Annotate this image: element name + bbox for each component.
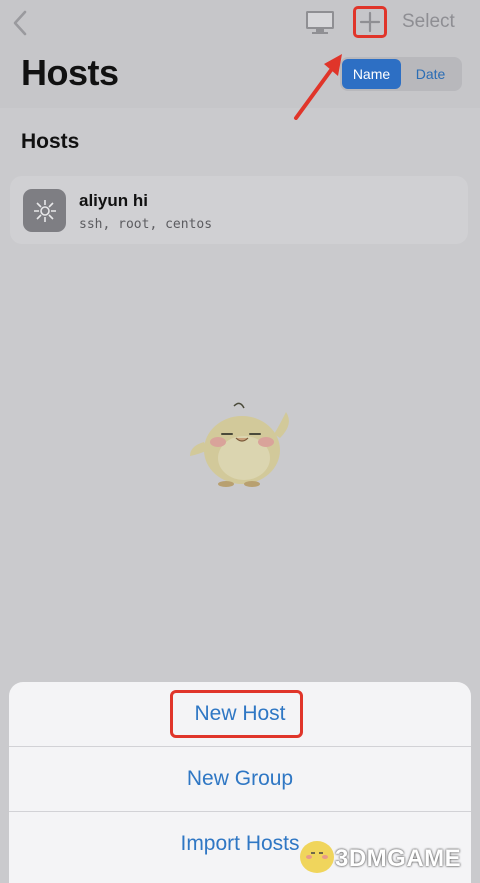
- watermark-mascot-icon: [300, 841, 334, 873]
- host-avatar: [23, 189, 66, 232]
- chevron-left-icon: [13, 10, 27, 36]
- add-host-button[interactable]: [353, 6, 387, 38]
- sort-by-name-tab[interactable]: Name: [342, 59, 401, 89]
- sort-segmented-control: Name Date: [340, 57, 462, 91]
- navigation-bar: Select Hosts Name Date: [0, 0, 480, 108]
- back-button[interactable]: [8, 6, 32, 40]
- watermark-text: 3DMGAME: [335, 845, 462, 872]
- annotation-arrow-icon: [294, 54, 342, 120]
- mascot-illustration-icon: [190, 402, 289, 487]
- host-details: ssh, root, centos: [79, 217, 213, 232]
- new-group-button[interactable]: New Group: [9, 747, 471, 811]
- monitor-button[interactable]: [304, 8, 336, 36]
- monitor-icon: [306, 11, 334, 34]
- page-title: Hosts: [21, 52, 119, 93]
- server-icon: [33, 199, 56, 222]
- host-name: aliyun hi: [79, 191, 148, 210]
- section-title: Hosts: [21, 130, 80, 153]
- plus-icon: [359, 11, 381, 33]
- sort-by-date-tab[interactable]: Date: [401, 59, 460, 89]
- hosts-screen: Select Hosts Name Date Hosts aliyun hi s…: [0, 0, 480, 883]
- watermark: 3DMGAME: [295, 833, 475, 879]
- select-button[interactable]: Select: [402, 11, 455, 33]
- annotation-highlight: [170, 690, 303, 738]
- host-list-item[interactable]: aliyun hi ssh, root, centos: [10, 176, 468, 244]
